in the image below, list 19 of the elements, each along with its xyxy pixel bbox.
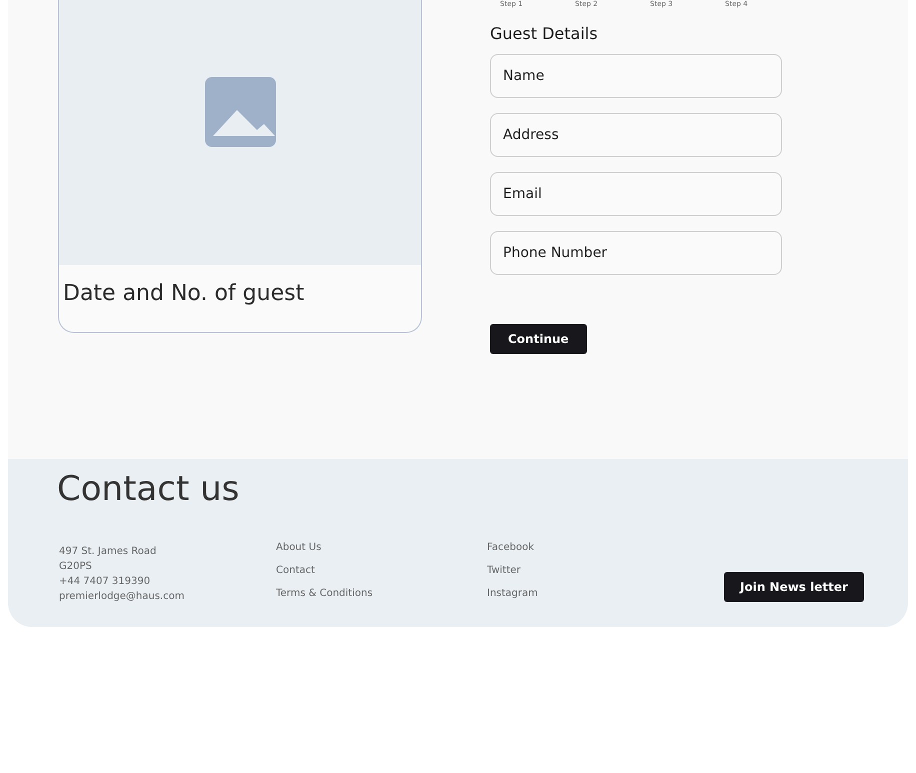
social-link[interactable]: Twitter — [487, 562, 724, 578]
address-line: 497 St. James Road — [59, 544, 158, 559]
address-line: premierlodge@haus.com — [59, 590, 186, 604]
footer-link[interactable]: Contact — [276, 562, 487, 578]
input-field[interactable]: Phone Number — [490, 231, 782, 276]
address-line: +44 7407 319390 — [59, 574, 152, 589]
footer-link[interactable]: Terms & Conditions — [276, 586, 487, 601]
newsletter-button[interactable]: Join News letter — [724, 572, 864, 602]
input-field[interactable]: Address — [490, 113, 782, 158]
form-heading: Guest Details — [490, 24, 599, 44]
continue-button[interactable]: Continue — [490, 324, 587, 354]
social-link[interactable]: Instagram — [487, 586, 724, 601]
card-title: Date and No. of guest — [62, 280, 306, 308]
input-field[interactable]: Email — [490, 172, 782, 216]
input-field[interactable]: Name — [490, 54, 782, 98]
social-link[interactable]: Facebook — [487, 540, 724, 555]
footer-link[interactable]: About Us — [276, 540, 487, 555]
address-line: G20PS — [59, 560, 93, 574]
footer-title: Contact us — [57, 469, 240, 510]
